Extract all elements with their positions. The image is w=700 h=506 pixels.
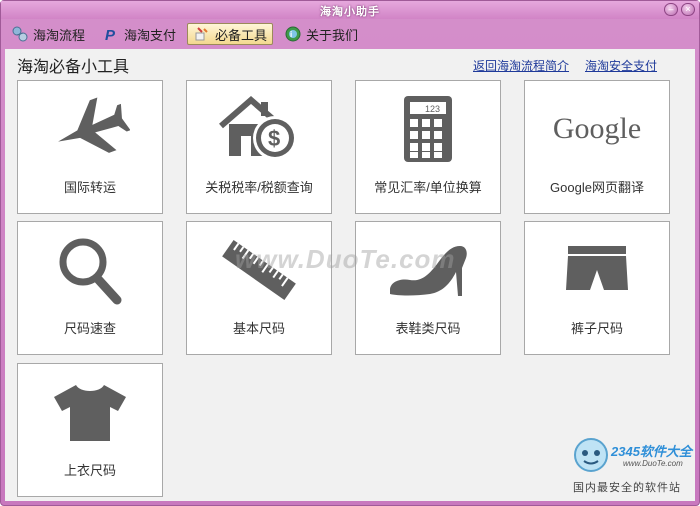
tab-label: 海淘支付 bbox=[124, 27, 177, 43]
tile-exchange-rate[interactable]: 123 常见汇率/单位换算 bbox=[355, 80, 501, 214]
page-title: 海淘必备小工具 bbox=[17, 59, 130, 76]
tab-essential-tools[interactable]: 必备工具 bbox=[187, 23, 274, 45]
shorts-icon bbox=[525, 230, 669, 310]
globe-info-icon: i bbox=[284, 25, 302, 43]
tile-size-lookup[interactable]: 尺码速查 bbox=[17, 221, 163, 355]
svg-text:$: $ bbox=[268, 126, 280, 151]
tools-icon bbox=[193, 25, 211, 43]
app-window: 海淘小助手 – × 海淘流程 P 海淘支付 必备工具 i 关于我们 海淘必备小工… bbox=[0, 0, 700, 506]
high-heel-icon bbox=[356, 230, 500, 310]
badge-title: 2345软件大全 bbox=[611, 444, 692, 459]
tile-google-translate[interactable]: Google Google网页翻译 bbox=[524, 80, 670, 214]
tile-label: 上衣尺码 bbox=[63, 463, 116, 478]
tile-label: 基本尺码 bbox=[232, 321, 285, 336]
airplane-icon bbox=[18, 89, 162, 169]
tshirt-icon bbox=[18, 372, 162, 452]
google-logo-text: Google bbox=[552, 112, 642, 145]
tile-label: 表鞋类尺码 bbox=[395, 321, 461, 336]
tab-label: 必备工具 bbox=[215, 27, 268, 43]
tab-about-us[interactable]: i 关于我们 bbox=[278, 23, 364, 45]
badge-subtitle: 国内最安全的软件站 bbox=[573, 482, 681, 494]
magnifier-icon bbox=[18, 230, 162, 310]
badge-url: www.DuoTe.com bbox=[623, 459, 683, 468]
panel-header: 海淘必备小工具 返回海淘流程简介 海淘安全支付 bbox=[5, 49, 695, 76]
tile-label: 尺码速查 bbox=[63, 321, 116, 336]
tile-label: 常见汇率/单位换算 bbox=[374, 180, 482, 195]
main-toolbar: 海淘流程 P 海淘支付 必备工具 i 关于我们 bbox=[5, 21, 695, 47]
tab-haitao-payment[interactable]: P 海淘支付 bbox=[96, 23, 182, 45]
svg-text:i: i bbox=[290, 30, 292, 39]
site-badge: 2345软件大全 www.DuoTe.com 国内最安全的软件站 bbox=[565, 429, 695, 501]
workflow-icon bbox=[11, 25, 29, 43]
paypal-icon: P bbox=[102, 25, 120, 43]
mascot-icon bbox=[574, 438, 608, 472]
tile-label: 裤子尺码 bbox=[570, 321, 623, 336]
tile-label: 国际转运 bbox=[63, 180, 116, 195]
ruler-icon bbox=[187, 230, 331, 310]
tile-top-sizes[interactable]: 上衣尺码 bbox=[17, 363, 163, 497]
tile-international-forwarding[interactable]: 国际转运 bbox=[17, 80, 163, 214]
svg-text:P: P bbox=[105, 27, 116, 43]
minimize-button[interactable]: – bbox=[664, 3, 678, 16]
window-title: 海淘小助手 bbox=[320, 6, 380, 18]
close-button[interactable]: × bbox=[681, 3, 695, 16]
calculator-display: 123 bbox=[425, 104, 440, 114]
google-logo: Google bbox=[525, 89, 669, 169]
tile-label: Google网页翻译 bbox=[550, 180, 644, 195]
safe-payment-link[interactable]: 海淘安全支付 bbox=[585, 57, 657, 74]
tab-label: 海淘流程 bbox=[33, 27, 86, 43]
tile-shoe-sizes[interactable]: 表鞋类尺码 bbox=[355, 221, 501, 355]
tab-label: 关于我们 bbox=[306, 27, 359, 43]
tab-haitao-process[interactable]: 海淘流程 bbox=[5, 23, 91, 45]
title-bar[interactable]: 海淘小助手 – × bbox=[1, 1, 699, 19]
calculator-icon: 123 bbox=[356, 89, 500, 169]
tools-panel: 海淘必备小工具 返回海淘流程简介 海淘安全支付 国际转运 $ 关税税率/税额查询… bbox=[5, 49, 695, 501]
tile-pants-sizes[interactable]: 裤子尺码 bbox=[524, 221, 670, 355]
tile-label: 关税税率/税额查询 bbox=[205, 180, 313, 195]
back-to-process-link[interactable]: 返回海淘流程简介 bbox=[473, 57, 569, 74]
window-controls: – × bbox=[664, 3, 695, 16]
tile-basic-sizes[interactable]: 基本尺码 bbox=[186, 221, 332, 355]
house-dollar-icon: $ bbox=[187, 89, 331, 169]
tile-tariff-query[interactable]: $ 关税税率/税额查询 bbox=[186, 80, 332, 214]
